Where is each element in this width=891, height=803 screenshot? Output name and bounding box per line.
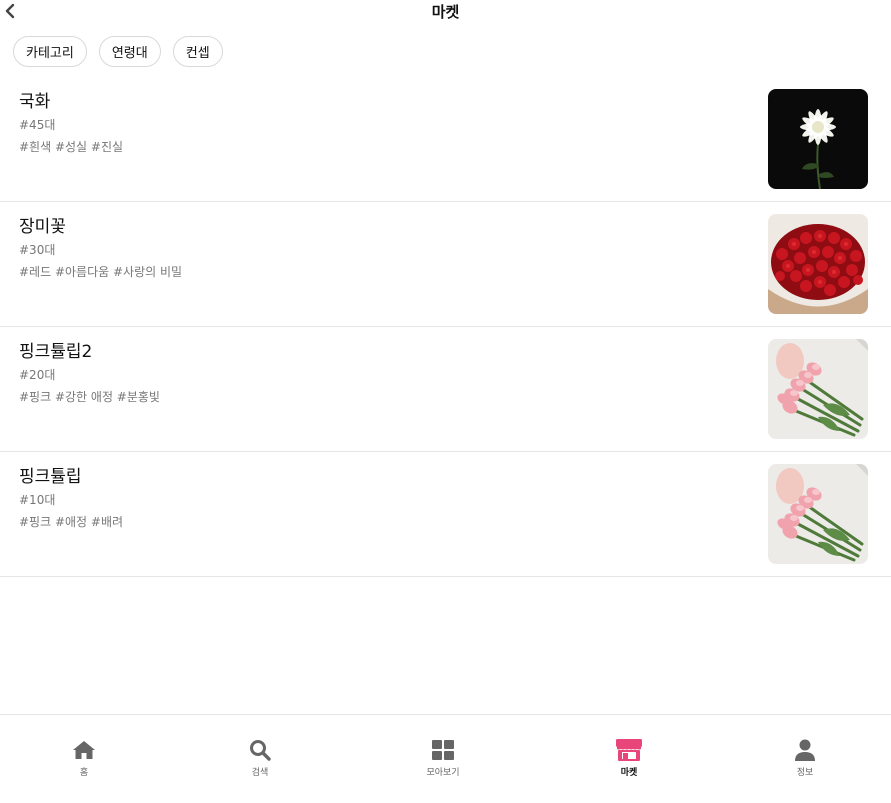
app-header: 마켓 <box>0 0 891 24</box>
store-icon <box>616 739 642 761</box>
product-list-item[interactable]: 핑크튤립 #10대 #핑크 #애정 #배려 <box>0 452 891 577</box>
filter-chip-age[interactable]: 연령대 <box>98 36 161 67</box>
product-list: 국화 #45대 #흰색 #성실 #진실 장미꽃 #30대 #레드 #아름다움 #… <box>0 77 891 577</box>
product-tags: #핑크 #강한 애정 #분홍빛 <box>19 390 160 404</box>
product-tags: #핑크 #애정 #배려 <box>19 515 124 529</box>
nav-label: 정보 <box>796 768 814 778</box>
nav-label: 홈 <box>79 768 89 778</box>
nav-label: 모아보기 <box>426 768 460 778</box>
product-age-tag: #30대 <box>19 243 56 257</box>
product-name: 핑크튤립2 <box>19 342 93 362</box>
nav-item-home[interactable]: 홈 <box>49 739 119 778</box>
user-icon <box>795 739 815 761</box>
product-age-tag: #10대 <box>19 493 56 507</box>
product-tags: #흰색 #성실 #진실 <box>19 140 124 154</box>
grid-icon <box>432 740 454 760</box>
nav-item-search[interactable]: 검색 <box>225 739 295 778</box>
product-image-red-rose-bouquet <box>768 214 868 314</box>
product-age-tag: #45대 <box>19 118 56 132</box>
product-image-white-chrysanthemum <box>768 89 868 189</box>
product-list-item[interactable]: 국화 #45대 #흰색 #성실 #진실 <box>0 77 891 202</box>
product-tags: #레드 #아름다움 #사랑의 비밀 <box>19 265 183 279</box>
nav-label: 검색 <box>251 768 269 778</box>
nav-label: 마켓 <box>620 768 638 778</box>
product-name: 장미꽃 <box>19 217 66 237</box>
search-icon <box>250 740 271 761</box>
page-title: 마켓 <box>431 3 460 21</box>
filter-chip-concept[interactable]: 컨셉 <box>172 36 223 67</box>
filter-chip-category[interactable]: 카테고리 <box>13 36 87 67</box>
product-image-pink-tulip-bouquet <box>768 339 868 439</box>
home-icon <box>73 741 95 759</box>
bottom-nav: 홈 검색 모아보기 마켓 정보 <box>0 714 891 803</box>
product-list-item[interactable]: 장미꽃 #30대 #레드 #아름다움 #사랑의 비밀 <box>0 202 891 327</box>
product-age-tag: #20대 <box>19 368 56 382</box>
filter-chips: 카테고리 연령대 컨셉 <box>13 36 223 67</box>
nav-item-market[interactable]: 마켓 <box>594 739 664 778</box>
nav-item-info[interactable]: 정보 <box>770 739 840 778</box>
product-image-pink-tulip-bouquet <box>768 464 868 564</box>
product-list-item[interactable]: 핑크튤립2 #20대 #핑크 #강한 애정 #분홍빛 <box>0 327 891 452</box>
nav-item-collection[interactable]: 모아보기 <box>408 739 478 778</box>
product-name: 핑크튤립 <box>19 467 82 487</box>
product-name: 국화 <box>19 92 51 112</box>
